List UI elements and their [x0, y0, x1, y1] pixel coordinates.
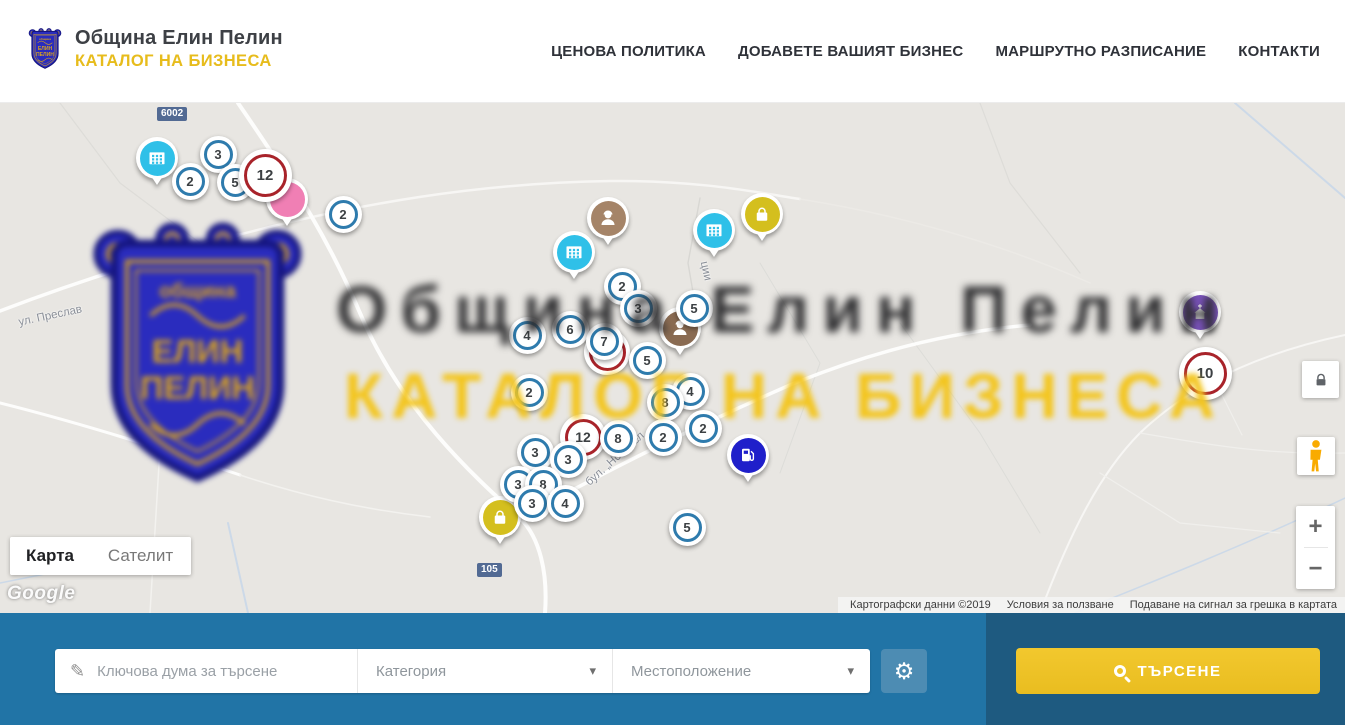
pegman-icon	[1306, 439, 1326, 473]
nav-contacts[interactable]: КОНТАКТИ	[1238, 43, 1320, 60]
marker-cluster-8[interactable]: 8	[647, 384, 684, 421]
factory-pin[interactable]	[553, 231, 595, 273]
pegman-button[interactable]	[1297, 437, 1335, 475]
site-subtitle: КАТАЛОГ НА БИЗНЕСА	[75, 52, 283, 71]
zoom-out-button[interactable]: −	[1296, 548, 1335, 589]
chevron-down-icon: ▾	[847, 663, 854, 679]
category-select[interactable]: Категория ▾	[358, 649, 613, 693]
nav-add-your-business[interactable]: ДОБАВЕТЕ ВАШИЯТ БИЗНЕС	[738, 43, 963, 60]
map-type-satellite-button[interactable]: Сателит	[90, 537, 191, 575]
page: община ЕЛИН ПЕЛИН Община Елин Пелин КАТА…	[0, 0, 1345, 725]
site-title: Община Елин Пелин	[75, 27, 283, 50]
marker-cluster-4[interactable]: 4	[509, 317, 546, 354]
marker-cluster-3[interactable]: 3	[514, 485, 551, 522]
factory-pin[interactable]	[136, 137, 178, 179]
worker-pin[interactable]	[587, 197, 629, 239]
map-type-control: Карта Сателит	[10, 537, 191, 575]
advanced-settings-button[interactable]: ⚙	[881, 649, 927, 693]
map-type-map-button[interactable]: Карта	[10, 537, 90, 575]
chevron-down-icon: ▾	[589, 663, 596, 679]
search-panel-left: ✎ Категория ▾ Местоположение ▾ ⚙	[0, 613, 986, 725]
bag-pin[interactable]	[741, 193, 783, 235]
marker-cluster-10[interactable]: 10	[1179, 347, 1232, 400]
attribution-copyright: Картографски данни ©2019	[850, 599, 991, 611]
location-select[interactable]: Местоположение ▾	[613, 649, 870, 693]
category-value: Категория	[376, 663, 446, 680]
factory-pin[interactable]	[693, 209, 735, 251]
brand[interactable]: община ЕЛИН ПЕЛИН Община Елин Пелин КАТА…	[28, 26, 283, 72]
crest-name-line1: ЕЛИН	[38, 46, 53, 52]
search-fields: ✎ Категория ▾ Местоположение ▾	[55, 649, 870, 693]
marker-cluster-7[interactable]: 7	[586, 323, 623, 360]
marker-cluster-12[interactable]: 12	[239, 149, 292, 202]
zoom-in-button[interactable]: +	[1296, 506, 1335, 547]
crest-name-line2: ПЕЛИН	[36, 52, 54, 58]
pencil-icon: ✎	[70, 661, 85, 682]
lock-icon	[1313, 372, 1329, 388]
crest-top-word: община	[39, 37, 51, 41]
marker-cluster-4[interactable]: 4	[547, 485, 584, 522]
church-pin[interactable]	[1179, 291, 1221, 333]
fuel-pin[interactable]	[727, 434, 769, 476]
zoom-control: + −	[1296, 506, 1335, 589]
map-attribution: Картографски данни ©2019 Условия за полз…	[838, 597, 1345, 613]
marker-cluster-2[interactable]: 2	[685, 410, 722, 447]
marker-cluster-3[interactable]: 3	[620, 290, 657, 327]
marker-cluster-6[interactable]: 6	[552, 311, 589, 348]
gear-icon: ⚙	[894, 660, 915, 683]
marker-cluster-2[interactable]: 2	[645, 419, 682, 456]
keyword-field[interactable]: ✎	[55, 649, 358, 693]
marker-cluster-3[interactable]: 3	[517, 434, 554, 471]
search-button[interactable]: ТЪРСЕНЕ	[1016, 648, 1320, 694]
marker-cluster-2[interactable]: 2	[511, 374, 548, 411]
marker-cluster-8[interactable]: 8	[600, 420, 637, 457]
marker-cluster-5[interactable]: 5	[629, 342, 666, 379]
marker-cluster-5[interactable]: 5	[676, 290, 713, 327]
attribution-report-link[interactable]: Подаване на сигнал за грешка в картата	[1130, 599, 1337, 611]
marker-cluster-2[interactable]: 2	[172, 163, 209, 200]
google-logo[interactable]: Google	[7, 583, 75, 605]
map-canvas[interactable]: 6002105ул. Преславбул. „Новоселции 23512…	[0, 103, 1345, 613]
attribution-terms-link[interactable]: Условия за ползване	[1007, 599, 1114, 611]
keyword-input[interactable]	[97, 663, 357, 680]
street-name-label: ул. Преслав	[17, 303, 83, 328]
marker-cluster-5[interactable]: 5	[669, 509, 706, 546]
search-icon	[1114, 665, 1126, 677]
marker-cluster-2[interactable]: 2	[325, 196, 362, 233]
search-panel: ✎ Категория ▾ Местоположение ▾ ⚙ ТЪРСЕНЕ	[0, 613, 1345, 725]
main-nav: ЦЕНОВА ПОЛИТИКА ДОБАВЕТЕ ВАШИЯТ БИЗНЕС М…	[551, 0, 1320, 103]
search-panel-right: ТЪРСЕНЕ	[986, 613, 1345, 725]
location-value: Местоположение	[631, 663, 751, 680]
nav-pricing-policy[interactable]: ЦЕНОВА ПОЛИТИКА	[551, 43, 706, 60]
nav-route-schedule[interactable]: МАРШРУТНО РАЗПИСАНИЕ	[995, 43, 1206, 60]
road-number-badge: 6002	[157, 107, 187, 121]
search-button-label: ТЪРСЕНЕ	[1137, 663, 1221, 680]
road-number-badge: 105	[477, 563, 502, 577]
header: община ЕЛИН ПЕЛИН Община Елин Пелин КАТА…	[0, 0, 1345, 103]
municipality-crest-logo: община ЕЛИН ПЕЛИН	[28, 26, 62, 72]
brand-text: Община Елин Пелин КАТАЛОГ НА БИЗНЕСА	[75, 27, 283, 71]
street-view-lock-button[interactable]	[1302, 361, 1339, 398]
